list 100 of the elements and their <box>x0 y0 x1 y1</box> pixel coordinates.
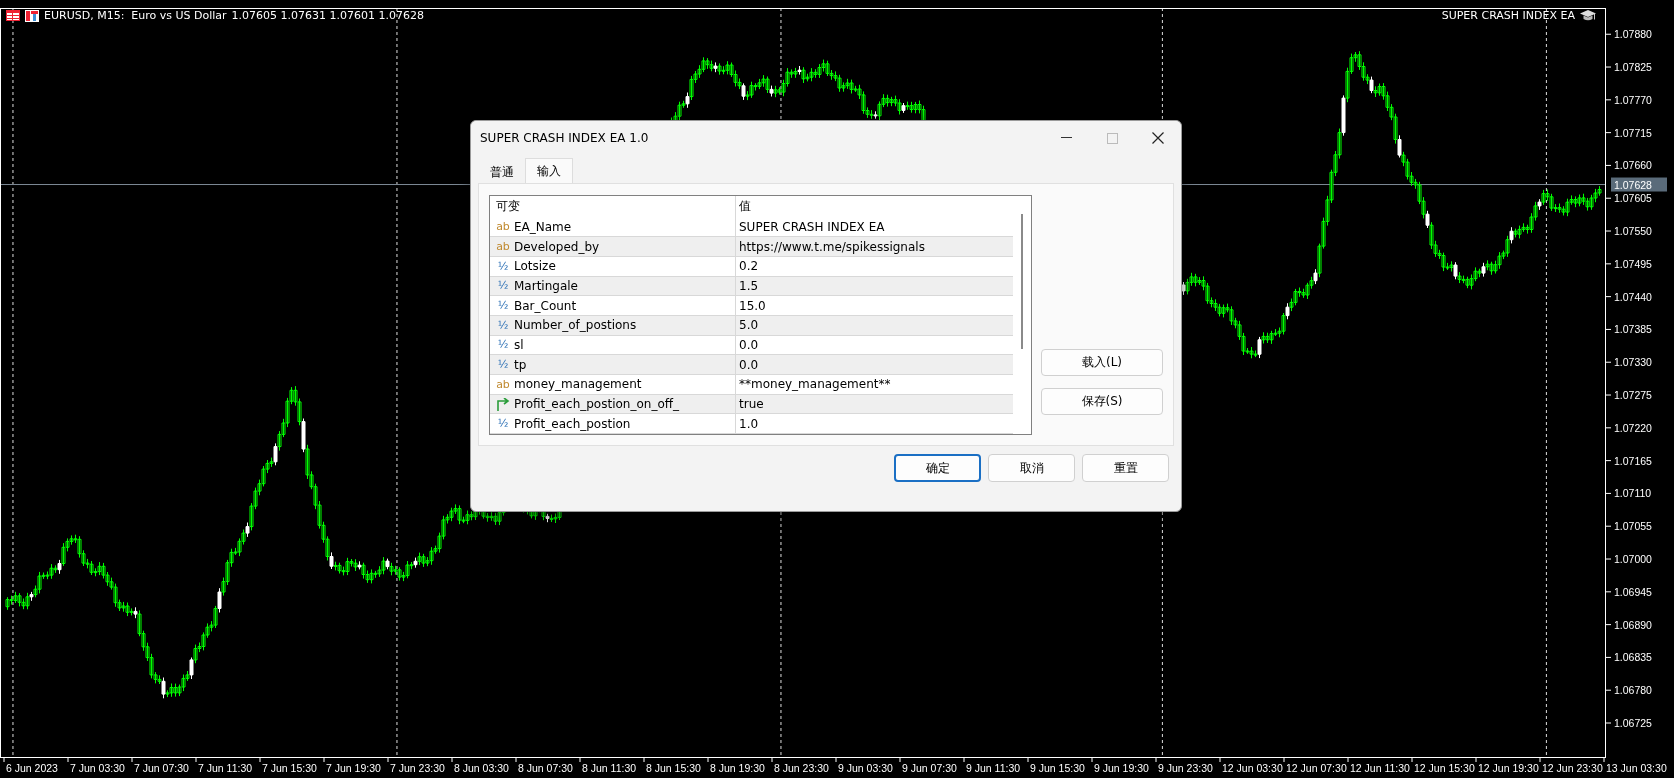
price-label: 1.06780 <box>1614 684 1652 697</box>
time-label: 12 Jun 11:30 <box>1350 762 1410 774</box>
maximize-icon <box>1106 132 1118 144</box>
parameter-name: Number_of_postions <box>514 318 637 333</box>
load-button[interactable]: 载入(L) <box>1041 349 1163 376</box>
price-label: 1.06725 <box>1614 717 1652 729</box>
parameter-name: Lotsize <box>514 259 556 274</box>
tab[interactable]: 普通 <box>479 161 525 183</box>
time-label: 8 Jun 11:30 <box>582 762 637 774</box>
time-label: 12 Jun 15:30 <box>1414 762 1475 774</box>
number-type-icon: ½ <box>496 279 510 293</box>
expert-name: SUPER CRASH INDEX EA <box>1441 9 1575 22</box>
time-label: 7 Jun 11:30 <box>198 762 253 774</box>
time-label: 6 Jun 2023 <box>6 762 58 774</box>
time-label: 13 Jun 03:30 <box>1606 762 1667 774</box>
parameter-value[interactable]: true <box>736 394 1013 414</box>
parameter-name: Profit_each_postion_on_off_ <box>514 397 679 411</box>
price-label: 1.07110 <box>1614 487 1652 500</box>
parameter-name: Bar_Count <box>514 298 577 313</box>
parameter-value[interactable]: https://www.t.me/spikessignals <box>736 237 1013 256</box>
price-label: 1.07440 <box>1614 290 1652 303</box>
text-type-icon: ab <box>496 240 510 254</box>
time-label: 8 Jun 15:30 <box>646 762 701 774</box>
time-label: 7 Jun 07:30 <box>134 762 189 774</box>
number-type-icon: ½ <box>496 338 510 352</box>
price-label: 1.07000 <box>1614 553 1652 565</box>
price-label: 1.07165 <box>1614 454 1652 467</box>
price-label: 1.07880 <box>1614 28 1652 41</box>
dialog-button[interactable]: 取消 <box>988 454 1075 482</box>
time-label: 8 Jun 03:30 <box>454 762 509 774</box>
price-label: 1.06945 <box>1614 585 1652 598</box>
window-title: SUPER CRASH INDEX EA 1.0 <box>480 131 650 145</box>
price-label: 1.07660 <box>1614 159 1652 172</box>
minimize-icon <box>1060 137 1072 139</box>
parameter-value[interactable]: **money_management** <box>736 375 1013 394</box>
price-label: 1.07055 <box>1614 520 1652 533</box>
chart-symbol-title: EURUSD, M15: Euro vs US Dollar <box>44 9 227 22</box>
time-label: 9 Jun 15:30 <box>1030 762 1085 774</box>
time-label: 9 Jun 07:30 <box>902 762 957 774</box>
price-label: 1.07275 <box>1614 389 1652 401</box>
time-label: 8 Jun 07:30 <box>518 762 573 774</box>
parameter-name: Martingale <box>514 278 578 293</box>
parameter-value[interactable]: 15.0 <box>736 296 1013 315</box>
parameter-value[interactable]: 0.0 <box>736 355 1013 374</box>
parameter-value[interactable]: 0.0 <box>736 335 1013 355</box>
time-label: 7 Jun 23:30 <box>390 762 445 774</box>
number-type-icon: ½ <box>496 358 510 372</box>
graduation-cap-icon[interactable] <box>1580 9 1596 22</box>
ohlc-values: 1.07605 1.07631 1.07601 1.07628 <box>231 9 425 22</box>
price-label: 1.07220 <box>1614 421 1652 434</box>
column-header[interactable]: 可变 <box>490 196 736 218</box>
text-type-icon: ab <box>496 220 510 234</box>
price-label: 1.07385 <box>1614 323 1652 336</box>
time-label: 12 Jun 03:30 <box>1222 762 1283 774</box>
time-label: 9 Jun 23:30 <box>1158 762 1213 774</box>
close-icon <box>1152 132 1164 144</box>
dialog-button[interactable]: 重置 <box>1082 454 1169 482</box>
time-label: 7 Jun 03:30 <box>70 762 125 774</box>
parameter-name: sl <box>514 338 524 352</box>
price-label: 1.07770 <box>1614 93 1652 106</box>
save-button[interactable]: 保存(S) <box>1041 388 1163 415</box>
number-type-icon: ½ <box>496 299 510 313</box>
time-label: 8 Jun 19:30 <box>710 762 765 774</box>
parameter-value[interactable]: 0.2 <box>736 256 1013 276</box>
parameter-name: Profit_each_postion <box>514 416 631 431</box>
price-label: 1.06890 <box>1614 618 1652 631</box>
price-label: 1.07550 <box>1614 225 1652 238</box>
parameter-value[interactable]: 1.0 <box>736 414 1013 433</box>
parameter-name: money_management <box>514 377 642 392</box>
toggle-arrow-icon <box>496 397 510 411</box>
dialog-button[interactable]: 确定 <box>894 454 981 482</box>
chart-bars-icon[interactable] <box>25 9 39 22</box>
parameter-value[interactable]: 1.5 <box>736 276 1013 296</box>
price-label: 1.06835 <box>1614 651 1652 664</box>
time-label: 7 Jun 15:30 <box>262 762 317 774</box>
price-label: 1.07495 <box>1614 257 1652 270</box>
price-label: 1.07330 <box>1614 356 1652 369</box>
parameter-name: Developed_by <box>514 239 600 254</box>
time-label: 9 Jun 19:30 <box>1094 762 1149 774</box>
time-label: 8 Jun 23:30 <box>774 762 829 774</box>
tab[interactable]: 输入 <box>525 158 573 183</box>
parameter-name: EA_Name <box>514 219 572 234</box>
column-header[interactable]: 值 <box>736 196 1013 218</box>
number-type-icon: ½ <box>496 318 510 332</box>
number-type-icon: ½ <box>496 259 510 273</box>
text-type-icon: ab <box>496 377 510 391</box>
time-label: 9 Jun 03:30 <box>838 762 893 774</box>
price-label: 1.07715 <box>1614 126 1652 139</box>
parameter-value[interactable]: 5.0 <box>736 316 1013 335</box>
time-label: 12 Jun 19:30 <box>1478 762 1539 774</box>
time-label: 12 Jun 23:30 <box>1542 762 1603 774</box>
time-label: 12 Jun 07:30 <box>1286 762 1347 774</box>
parameter-name: tp <box>514 357 527 372</box>
current-price-badge: 1.07628 <box>1611 177 1667 192</box>
price-label: 1.07825 <box>1614 61 1652 74</box>
table-icon[interactable] <box>6 10 20 21</box>
price-label: 1.07605 <box>1614 192 1652 205</box>
number-type-icon: ½ <box>496 417 510 431</box>
parameter-value[interactable]: SUPER CRASH INDEX EA <box>736 217 1013 237</box>
time-label: 7 Jun 19:30 <box>326 762 381 774</box>
